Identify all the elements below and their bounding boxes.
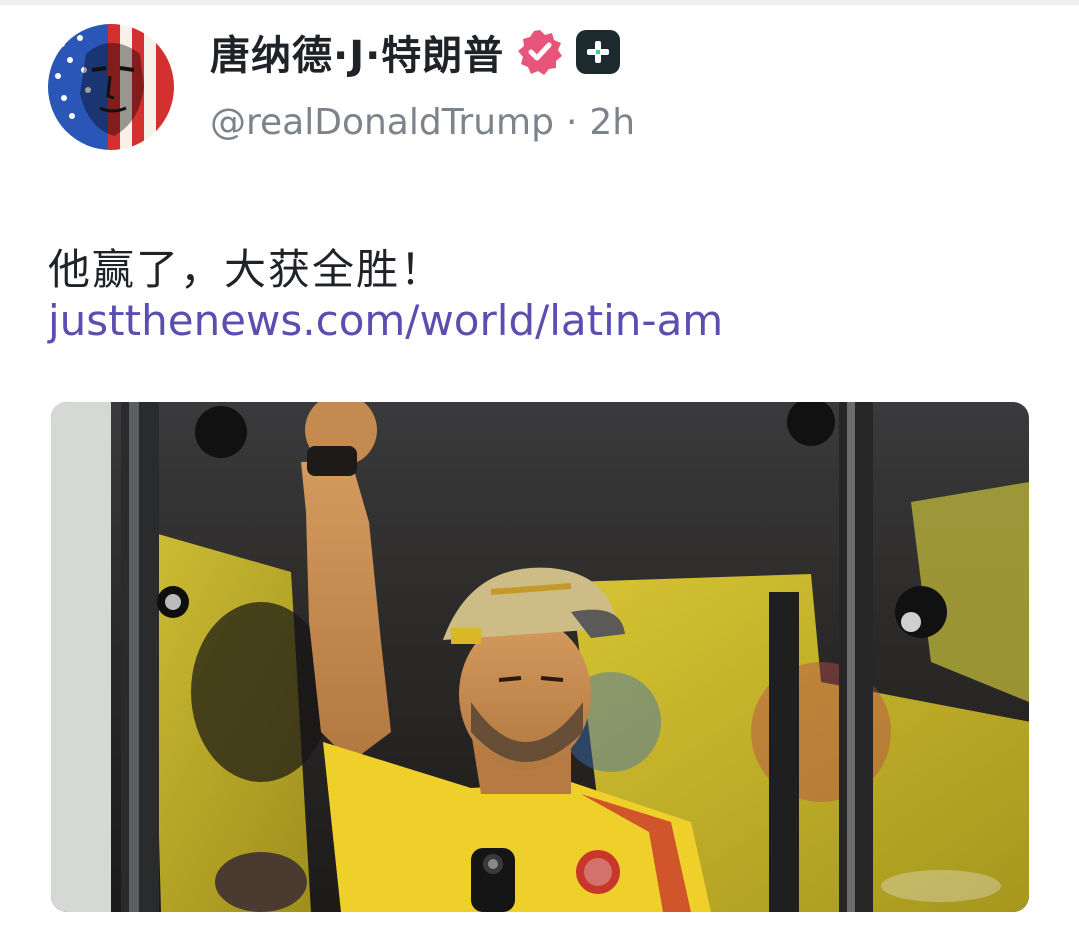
- post-card[interactable]: 唐纳德·J·特朗普 @realDonaldTrump · 2h 他赢了，大获全胜！ …: [0, 0, 1079, 925]
- top-divider: [0, 0, 1079, 5]
- separator-dot: ·: [565, 102, 578, 143]
- photo-man-raised-fist-yellow-jersey-icon: [51, 402, 1029, 912]
- post-text: 他赢了，大获全胜！: [48, 245, 445, 294]
- post-link[interactable]: justthenews.com/world/latin-am: [48, 296, 723, 345]
- author-name-row: 唐纳德·J·特朗普: [210, 23, 621, 81]
- avatar[interactable]: [48, 24, 174, 150]
- flag-portrait-avatar-icon: [48, 24, 174, 150]
- post-media-photo[interactable]: [51, 402, 1029, 912]
- author-handle[interactable]: @realDonaldTrump: [210, 102, 554, 143]
- author-display-name[interactable]: 唐纳德·J·特朗普: [210, 23, 504, 81]
- post-timestamp[interactable]: 2h: [589, 102, 635, 143]
- verified-badge-icon: [516, 28, 564, 76]
- author-handle-row: @realDonaldTrump · 2h: [210, 102, 635, 143]
- plus-follow-icon[interactable]: [576, 30, 621, 74]
